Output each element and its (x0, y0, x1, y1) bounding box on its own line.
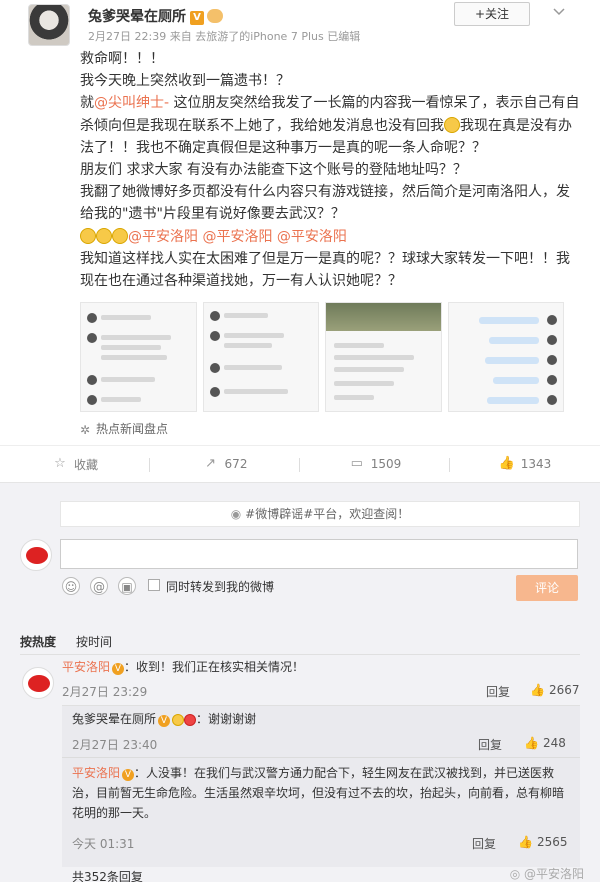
emoji-icon[interactable]: ☺ (62, 577, 80, 595)
medal-icon (172, 714, 185, 726)
chevron-down-icon[interactable] (552, 6, 570, 20)
post-header: 兔爹哭晕在厕所 V 2月27日 22:39 来自 去旅游了的iPhone 7 Pl… (14, 0, 586, 48)
reply-like-count: 248 (542, 736, 566, 750)
submit-comment-button[interactable]: 评论 (516, 575, 578, 601)
comment-item: 平安洛阳 V ：收到！我们正在核实相关情况！ (62, 657, 304, 677)
thumbs-up-icon: 👍 (518, 835, 533, 849)
comment-time: 2月27日 23:29 (62, 685, 148, 699)
comment-input[interactable] (60, 539, 578, 569)
sparkle-icon: ✲ (80, 423, 91, 437)
commenter-avatar[interactable] (22, 667, 54, 699)
sort-by-hot-tab[interactable]: 按热度 (20, 633, 56, 650)
like-count: 1343 (520, 457, 552, 471)
medal-icon (207, 9, 223, 23)
thumbs-up-icon: 👍 (498, 456, 515, 471)
favorite-button[interactable]: ☆ 收藏 (0, 446, 150, 482)
post-paragraph: @平安洛阳 @平安洛阳 @平安洛阳 (80, 226, 580, 248)
thumbs-up-icon: 👍 (530, 683, 545, 697)
image-icon[interactable]: ▣ (118, 577, 136, 595)
crying-emoji-icon (112, 227, 128, 244)
heart-icon (184, 714, 197, 726)
reply-like-button[interactable]: 👍 2565 (518, 835, 568, 849)
post-paragraph: 救命啊！！！ (80, 51, 164, 67)
verified-badge-icon: V (122, 769, 135, 781)
post-content: 救命啊！！！ 我今天晚上突然收到一篇遗书！？ 就@尖叫绅士- 这位朋友突然给我发… (80, 48, 580, 292)
info-icon: ◉ (230, 507, 242, 521)
reply-time: 2月27日 23:40 (72, 738, 158, 752)
post-image-grid (80, 302, 564, 412)
reply-text: ：人没事！在我们与武汉警方通力配合下，轻生网友在武汉被找到，并已送医救治，目前暂… (72, 766, 565, 820)
favorite-label: 收藏 (73, 457, 98, 472)
reply-button[interactable]: 回复 (486, 683, 510, 700)
at-icon[interactable]: @ (90, 577, 108, 595)
post-image-thumbnail[interactable] (80, 302, 197, 412)
reply-time: 今天 01:31 (72, 837, 135, 851)
post-image-thumbnail[interactable] (447, 302, 564, 412)
edited-label: 已编辑 (327, 30, 361, 43)
user-avatar[interactable] (28, 4, 70, 46)
reply-text: ：谢谢谢谢 (196, 712, 257, 726)
post-paragraph: 我知道这样找人实在太困难了但是万一是真的呢？？球球大家转发一下吧！！我现在也在通… (80, 250, 570, 290)
sort-by-time-tab[interactable]: 按时间 (76, 633, 112, 650)
hot-news-link[interactable]: ✲ 热点新闻盘点 (80, 420, 168, 437)
comment-button[interactable]: ▭ 1509 (300, 446, 450, 482)
nested-reply: 兔爹哭晕在厕所 V ：谢谢谢谢 (72, 709, 256, 729)
comment-like-count: 2667 (548, 683, 580, 697)
like-button[interactable]: 👍 1343 (450, 446, 600, 482)
rumor-notice[interactable]: ◉ #微博辟谣#平台，欢迎查阅！ (60, 501, 580, 527)
verified-badge-icon: V (190, 11, 204, 25)
crying-emoji-icon (96, 227, 112, 244)
watermark-text: @平安洛阳 (523, 867, 584, 881)
commenter-name[interactable]: 平安洛阳 (62, 660, 110, 674)
my-avatar (20, 539, 52, 571)
reply-like-count: 2565 (536, 835, 568, 849)
post-image-thumbnail[interactable] (202, 302, 319, 412)
post-paragraph: 我翻了她微博好多页都没有什么内容只有游戏链接，然后简介是河南洛阳人，发给我的"遗… (80, 184, 570, 223)
post-image-thumbnail[interactable] (325, 302, 442, 412)
comment-count: 1509 (370, 457, 402, 471)
star-icon: ☆ (54, 456, 66, 471)
follow-button[interactable]: +关注 (454, 2, 530, 26)
weibo-logo-icon: ◎ (509, 867, 524, 881)
repost-checkbox[interactable] (148, 579, 160, 591)
total-replies-link[interactable]: 共352条回复 (72, 868, 143, 882)
reply-button[interactable]: 回复 (472, 835, 496, 852)
reply-author[interactable]: 兔爹哭晕在厕所 (72, 712, 156, 726)
reply-author[interactable]: 平安洛阳 (72, 766, 120, 780)
reply-like-button[interactable]: 👍 248 (524, 736, 566, 750)
sweat-emoji-icon (444, 116, 460, 133)
post-paragraph: 我今天晚上突然收到一篇遗书！？ (80, 73, 290, 90)
sort-bar: 按热度 按时间 (20, 631, 580, 655)
verified-badge-icon: V (158, 715, 171, 727)
post-meta: 2月27日 22:39 来自 去旅游了的iPhone 7 Plus 已编辑 (88, 28, 360, 44)
crying-emoji-icon (80, 227, 96, 244)
thumbs-up-icon: 👍 (524, 736, 539, 750)
post-source: 来自 去旅游了的iPhone 7 Plus (169, 30, 324, 43)
action-bar: ☆ 收藏 ↗ 672 ▭ 1509 👍 1343 (0, 445, 600, 483)
mention-link[interactable]: @平安洛阳 @平安洛阳 @平安洛阳 (128, 229, 347, 245)
comments-section: ◉ #微博辟谣#平台，欢迎查阅！ ☺ @ ▣ 同时转发到我的微博 评论 按热度 按… (0, 483, 600, 882)
nested-reply: 平安洛阳 V ：人没事！在我们与武汉警方通力配合下，轻生网友在武汉被找到，并已送医救… (72, 763, 572, 823)
post-paragraph: 朋友们 求求大家 有没有办法能查下这个账号的登陆地址吗？？ (80, 162, 467, 179)
comment-icon: ▭ (350, 456, 363, 471)
repost-label: 同时转发到我的微博 (166, 580, 275, 594)
reply-button[interactable]: 回复 (478, 736, 502, 753)
post-paragraph: 就@尖叫绅士- 这位朋友突然给我发了一长篇的内容我一看惊呆了，表示自己有自杀倾向… (80, 92, 580, 159)
hot-news-label: 热点新闻盘点 (96, 422, 169, 436)
username[interactable]: 兔爹哭晕在厕所 V (88, 6, 223, 26)
repost-icon: ↗ (205, 456, 216, 471)
repost-button[interactable]: ↗ 672 (150, 446, 300, 482)
comment-text: ：收到！我们正在核实相关情况！ (124, 660, 305, 674)
verified-badge-icon: V (112, 663, 125, 675)
watermark: ◎ @平安洛阳 (510, 865, 584, 882)
divider (62, 757, 580, 758)
username-text[interactable]: 兔爹哭晕在厕所 (88, 9, 186, 25)
weibo-post: 兔爹哭晕在厕所 V 2月27日 22:39 来自 去旅游了的iPhone 7 Pl… (0, 0, 600, 48)
post-time[interactable]: 2月27日 22:39 (88, 30, 166, 43)
mention-link[interactable]: @尖叫绅士- (94, 95, 169, 111)
comment-like-button[interactable]: 👍 2667 (530, 683, 580, 697)
repost-count: 672 (224, 457, 248, 471)
notice-text: #微博辟谣#平台，欢迎查阅！ (245, 507, 410, 521)
